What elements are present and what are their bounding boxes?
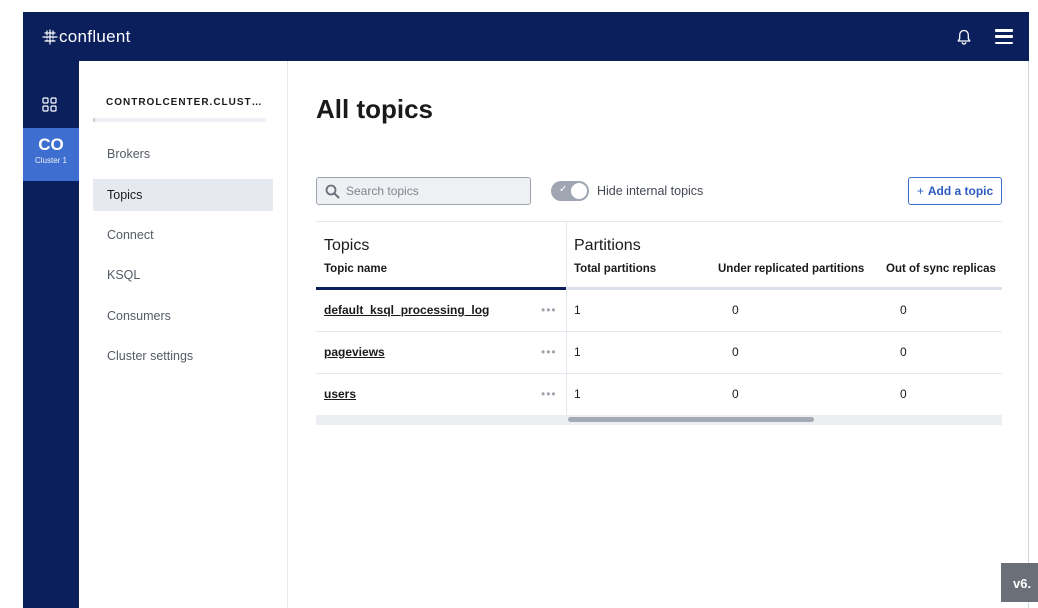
under-replicated-cell: 0	[732, 345, 739, 359]
check-icon: ✓	[559, 184, 568, 195]
cluster-rail: CO Cluster 1	[23, 61, 79, 608]
topic-link[interactable]: pageviews	[324, 332, 385, 373]
table-row: default_ksql_processing_log ••• 1 0 0	[316, 290, 1002, 332]
app-frame: confluent CO Cluster 1 CONTROLCENTER.CLU…	[23, 12, 1029, 608]
cluster-abbr: CO	[38, 135, 64, 154]
nav-item-ksql[interactable]: KSQL	[93, 259, 273, 291]
horizontal-scrollbar[interactable]	[316, 415, 1002, 425]
hide-internal-toggle[interactable]: ✓	[551, 181, 589, 201]
version-badge: v6.	[1001, 563, 1038, 602]
hide-internal-toggle-group: ✓ Hide internal topics	[551, 181, 703, 201]
search-input[interactable]	[346, 184, 516, 198]
nav-item-cluster-settings[interactable]: Cluster settings	[93, 340, 273, 372]
cluster-label: Cluster 1	[34, 156, 67, 165]
hamburger-menu-icon[interactable]	[995, 29, 1013, 44]
row-menu-icon[interactable]: •••	[541, 374, 557, 415]
under-replicated-cell: 0	[732, 387, 739, 401]
search-box[interactable]	[316, 177, 531, 205]
bell-icon[interactable]	[955, 28, 973, 46]
topic-link[interactable]: users	[324, 374, 356, 415]
total-partitions-cell: 1	[574, 387, 581, 401]
cluster-name: CONTROLCENTER.CLUST…	[106, 97, 263, 108]
total-partitions-cell: 1	[574, 303, 581, 317]
grid-icon[interactable]	[42, 97, 57, 112]
out-of-sync-cell: 0	[900, 345, 907, 359]
header-group-topics: Topics	[324, 237, 370, 254]
scrollbar-thumb[interactable]	[568, 417, 814, 422]
cluster-subnav: CONTROLCENTER.CLUST… Brokers Topics Conn…	[79, 61, 288, 608]
brand-name: confluent	[59, 26, 131, 46]
row-menu-icon[interactable]: •••	[541, 332, 557, 373]
hide-internal-label: Hide internal topics	[597, 184, 704, 198]
main-content: All topics ✓ Hide internal topics +Add a…	[288, 61, 1029, 608]
nav-item-topics[interactable]: Topics	[93, 179, 273, 211]
cluster-badge[interactable]: CO Cluster 1	[23, 128, 79, 181]
column-header-total-partitions[interactable]: Total partitions	[574, 263, 656, 275]
search-icon	[325, 184, 340, 198]
column-header-under-replicated[interactable]: Under replicated partitions	[718, 263, 864, 275]
plus-icon: +	[916, 184, 924, 198]
column-header-out-of-sync[interactable]: Out of sync replicas	[886, 263, 996, 275]
add-topic-button[interactable]: + Add a topic	[908, 177, 1002, 205]
topic-link[interactable]: default_ksql_processing_log	[324, 290, 489, 331]
table-row: users ••• 1 0 0	[316, 374, 1002, 416]
nav-item-consumers[interactable]: Consumers	[93, 300, 273, 332]
top-bar: confluent	[23, 12, 1029, 61]
column-header-topic-name[interactable]: Topic name	[324, 263, 387, 275]
toggle-knob	[570, 182, 588, 200]
cluster-name-divider	[93, 118, 266, 122]
table-row: pageviews ••• 1 0 0	[316, 332, 1002, 374]
total-partitions-cell: 1	[574, 345, 581, 359]
row-menu-icon[interactable]: •••	[541, 290, 557, 331]
out-of-sync-cell: 0	[900, 387, 907, 401]
header-group-partitions: Partitions	[574, 237, 641, 254]
confluent-logo-icon	[42, 28, 58, 45]
add-topic-label: Add a topic	[927, 184, 994, 198]
page-title: All topics	[316, 94, 434, 124]
under-replicated-cell: 0	[732, 303, 739, 317]
nav-item-brokers[interactable]: Brokers	[93, 138, 273, 170]
nav-item-connect[interactable]: Connect	[93, 219, 273, 251]
out-of-sync-cell: 0	[900, 303, 907, 317]
brand-logo[interactable]: confluent	[42, 27, 131, 47]
